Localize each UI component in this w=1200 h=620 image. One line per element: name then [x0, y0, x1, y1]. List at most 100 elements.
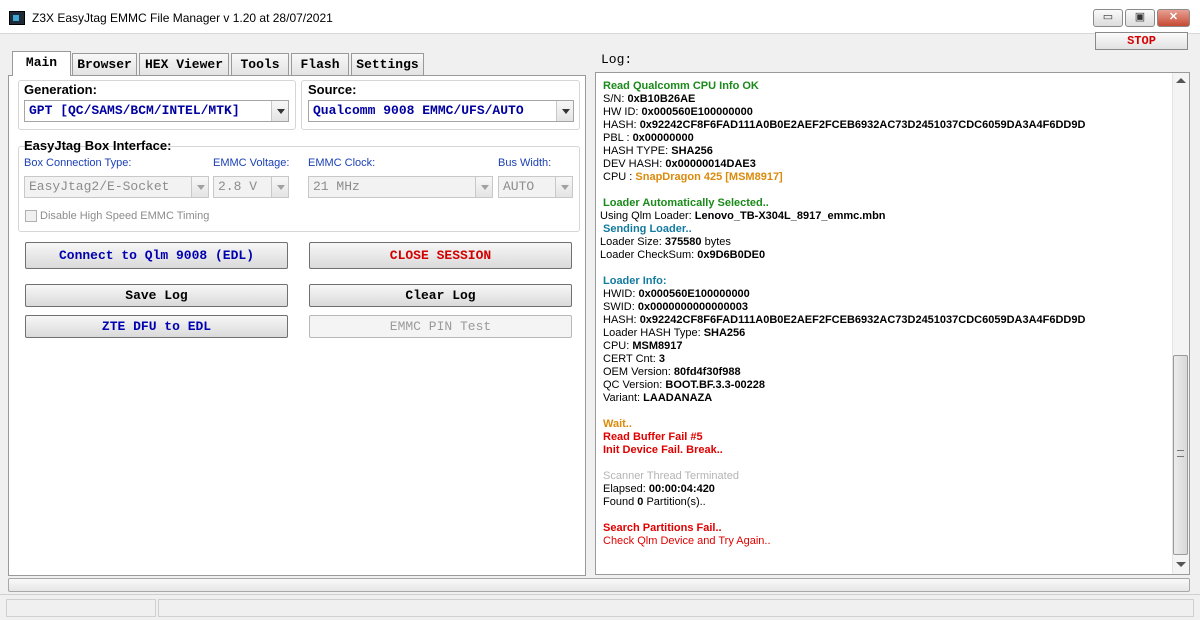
- log-value: 375580: [664, 236, 702, 248]
- log-line: Loader CheckSum: 0x9D6B0DE0: [600, 249, 765, 262]
- log-key: DEV HASH:: [603, 158, 663, 170]
- box-conn-select[interactable]: EasyJtag2/E-Socket: [24, 176, 209, 198]
- log-key: Check Qlm Device and Try Again..: [603, 535, 771, 547]
- log-key: HASH TYPE:: [603, 145, 669, 157]
- disable-hs-checkbox[interactable]: [25, 210, 37, 222]
- log-line: Read Qualcomm CPU Info OK: [603, 80, 759, 93]
- log-key: S/N:: [603, 93, 625, 105]
- tab-hex-viewer[interactable]: HEX Viewer: [139, 53, 229, 75]
- emmc-clock-label: EMMC Clock:: [308, 157, 376, 169]
- log-value: Lenovo_TB-X304L_8917_emmc.mbn: [694, 210, 886, 222]
- scroll-up-icon[interactable]: [1176, 78, 1186, 83]
- log-line: HWID: 0x000560E100000000: [603, 288, 750, 301]
- emmc-clock-select[interactable]: 21 MHz: [308, 176, 493, 198]
- status-segment: [158, 599, 1194, 617]
- log-line: Sending Loader..: [603, 223, 692, 236]
- grip-icon: [1177, 450, 1184, 457]
- chevron-down-icon: [555, 177, 572, 197]
- log-line: SWID: 0x0000000000000003: [603, 301, 748, 314]
- tab-flash[interactable]: Flash: [291, 53, 349, 75]
- log-key: Loader HASH Type:: [603, 327, 701, 339]
- log-line: CERT Cnt: 3: [603, 353, 665, 366]
- log-line: Check Qlm Device and Try Again..: [603, 535, 771, 548]
- log-line: DEV HASH: 0x00000014DAE3: [603, 158, 756, 171]
- log-line: Found 0 Partition(s)..: [603, 496, 706, 509]
- log-key: Loader Automatically Selected..: [603, 197, 769, 209]
- log-value: 0x92242CF8F6FAD111A0B0E2AEF2FCEB6932AC73…: [639, 314, 1086, 326]
- generation-select[interactable]: GPT [QC/SAMS/BCM/INTEL/MTK]: [24, 100, 289, 122]
- stop-button[interactable]: STOP: [1095, 32, 1188, 50]
- log-value: 0x00000014DAE3: [665, 158, 756, 170]
- log-line: Loader Size: 375580 bytes: [600, 236, 731, 249]
- log-value: 0x00000000: [632, 132, 694, 144]
- tab-settings[interactable]: Settings: [351, 53, 424, 75]
- source-select[interactable]: Qualcomm 9008 EMMC/UFS/AUTO: [308, 100, 574, 122]
- source-label: Source:: [308, 82, 357, 97]
- log-key: Elapsed:: [603, 483, 646, 495]
- log-key: Sending Loader..: [603, 223, 692, 235]
- log-key: HW ID:: [603, 106, 639, 118]
- emmc-voltage-value: 2.8 V: [218, 179, 258, 194]
- chevron-down-icon: [191, 177, 208, 197]
- connect-button[interactable]: Connect to Qlm 9008 (EDL): [25, 242, 288, 269]
- log-key: HASH:: [603, 314, 637, 326]
- chevron-down-icon: [556, 101, 573, 121]
- tab-browser[interactable]: Browser: [72, 53, 137, 75]
- log-value: SnapDragon 425 [MSM8917]: [635, 171, 783, 183]
- app-icon: [9, 11, 25, 25]
- log-key: CPU :: [603, 171, 633, 183]
- box-conn-value: EasyJtag2/E-Socket: [29, 179, 170, 194]
- log-line: Wait..: [603, 418, 632, 431]
- log-value: MSM8917: [632, 340, 683, 352]
- log-value: BOOT.BF.3.3-00228: [665, 379, 766, 391]
- log-key: OEM Version:: [603, 366, 671, 378]
- log-key: Read Buffer Fail #5: [603, 431, 703, 443]
- maximize-icon: ▣: [1134, 11, 1146, 23]
- log-value: 0x9D6B0DE0: [697, 249, 766, 261]
- log-value: 0x0000000000000003: [637, 301, 748, 313]
- log-key: QC Version:: [603, 379, 663, 391]
- emmc-voltage-select[interactable]: 2.8 V: [213, 176, 289, 198]
- bus-width-select[interactable]: AUTO: [498, 176, 573, 198]
- source-value: Qualcomm 9008 EMMC/UFS/AUTO: [313, 103, 524, 118]
- bus-width-label: Bus Width:: [498, 157, 552, 169]
- log-line: OEM Version: 80fd4f30f988: [603, 366, 741, 379]
- tab-main[interactable]: Main: [12, 51, 71, 76]
- close-button[interactable]: ✕: [1157, 9, 1190, 27]
- status-segment: [6, 599, 156, 617]
- minimize-icon: ▭: [1102, 11, 1114, 23]
- log-line: HASH: 0x92242CF8F6FAD111A0B0E2AEF2FCEB69…: [603, 314, 1085, 327]
- close-session-button[interactable]: CLOSE SESSION: [309, 242, 572, 269]
- log-key: Loader CheckSum:: [600, 249, 695, 261]
- tab-tools[interactable]: Tools: [231, 53, 289, 75]
- chevron-down-icon: [271, 101, 288, 121]
- log-suffix: bytes: [701, 236, 731, 248]
- box-conn-label: Box Connection Type:: [24, 157, 132, 169]
- save-log-button[interactable]: Save Log: [25, 284, 288, 307]
- log-value: 0x92242CF8F6FAD111A0B0E2AEF2FCEB6932AC73…: [639, 119, 1086, 131]
- status-bar: [0, 594, 1200, 620]
- log-key: Loader Info:: [603, 275, 667, 287]
- log-key: CPU:: [603, 340, 630, 352]
- clear-log-button[interactable]: Clear Log: [309, 284, 572, 307]
- log-line: HW ID: 0x000560E100000000: [603, 106, 753, 119]
- minimize-button[interactable]: ▭: [1093, 9, 1123, 27]
- log-title: Log:: [601, 52, 633, 67]
- log-line: Init Device Fail. Break..: [603, 444, 723, 457]
- log-line: Variant: LAADANAZA: [603, 392, 712, 405]
- scroll-down-icon[interactable]: [1176, 562, 1186, 567]
- zte-dfu-button[interactable]: ZTE DFU to EDL: [25, 315, 288, 338]
- log-line: Loader Automatically Selected..: [603, 197, 769, 210]
- log-value: 0xB10B26AE: [627, 93, 696, 105]
- progress-bar: [8, 578, 1190, 592]
- chevron-down-icon: [475, 177, 492, 197]
- generation-value: GPT [QC/SAMS/BCM/INTEL/MTK]: [29, 103, 240, 118]
- log-value: 0x000560E100000000: [638, 288, 750, 300]
- log-line: Using Qlm Loader: Lenovo_TB-X304L_8917_e…: [600, 210, 886, 223]
- emmc-clock-value: 21 MHz: [313, 179, 360, 194]
- log-line: PBL : 0x00000000: [603, 132, 694, 145]
- log-key: Search Partitions Fail..: [603, 522, 722, 534]
- maximize-button[interactable]: ▣: [1125, 9, 1155, 27]
- log-line: Search Partitions Fail..: [603, 522, 722, 535]
- emmc-pin-test-button[interactable]: EMMC PIN Test: [309, 315, 572, 338]
